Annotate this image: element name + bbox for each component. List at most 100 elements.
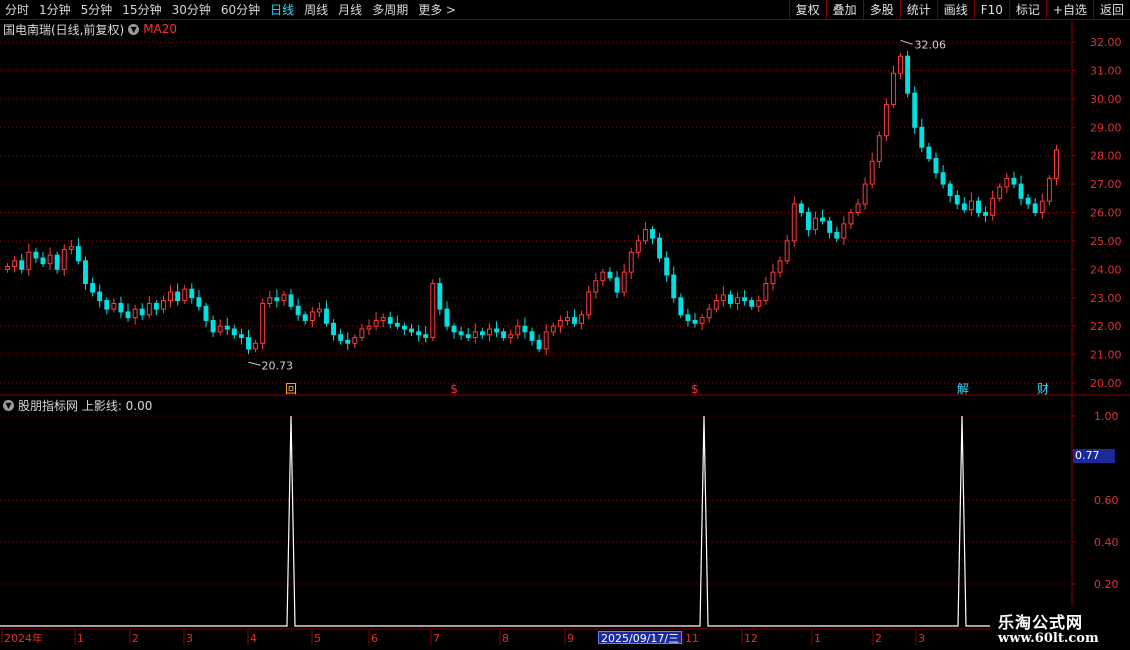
indicator-value-marker: 0.77 bbox=[1073, 449, 1115, 463]
candle-body bbox=[352, 337, 358, 344]
main-legend: 国电南瑞(日线,前复权) ▼ MA20 bbox=[3, 22, 178, 37]
candle-body bbox=[841, 223, 847, 239]
candle-body bbox=[430, 283, 436, 339]
candle-body bbox=[997, 186, 1003, 199]
candle-body bbox=[401, 325, 407, 330]
candle-body bbox=[501, 331, 507, 339]
chevron-down-icon[interactable]: ▼ bbox=[3, 399, 14, 411]
candle-body bbox=[869, 160, 875, 185]
candle-body bbox=[933, 158, 939, 174]
y-tick-label: 1.00 bbox=[1094, 410, 1119, 423]
candle-body bbox=[1004, 177, 1010, 188]
x-tick-label: 11 bbox=[685, 632, 699, 645]
candle-body bbox=[90, 283, 96, 293]
candle-body bbox=[685, 314, 691, 321]
candle-body bbox=[288, 294, 294, 307]
indicator-legend: ▼ 股朋指标网 上影线: 0.00 bbox=[3, 398, 153, 413]
candle-body bbox=[650, 229, 655, 239]
candle-body bbox=[905, 55, 911, 94]
candle-body bbox=[125, 311, 131, 319]
y-tick-label: 22.00 bbox=[1090, 320, 1122, 333]
candle-body bbox=[508, 334, 514, 339]
candle-body bbox=[182, 288, 188, 302]
stock-name: 国电南瑞(日线,前复权) bbox=[3, 22, 125, 37]
candle-body bbox=[203, 305, 209, 321]
candle-body bbox=[1054, 149, 1059, 179]
candle-body bbox=[387, 317, 393, 324]
candle-body bbox=[47, 254, 53, 265]
candle-body bbox=[635, 240, 641, 253]
candle-body bbox=[479, 331, 485, 336]
y-tick-label: 30.00 bbox=[1090, 93, 1122, 106]
candle-body bbox=[316, 308, 322, 313]
candle-body bbox=[196, 297, 202, 307]
candle-body bbox=[217, 325, 223, 333]
candle-body bbox=[834, 231, 840, 239]
candle-body bbox=[543, 331, 549, 350]
watermark-url: www.60lt.com bbox=[998, 631, 1099, 646]
candle-body bbox=[699, 317, 705, 324]
chart-canvas: 32.0031.0030.0029.0028.0027.0026.0025.00… bbox=[0, 20, 1130, 645]
y-tick-label: 28.00 bbox=[1090, 150, 1122, 163]
candle-body bbox=[54, 254, 60, 270]
y-tick-label: 0.60 bbox=[1094, 494, 1119, 507]
candle-body bbox=[898, 55, 903, 74]
x-tick-label: 2 bbox=[132, 632, 139, 645]
candle-body bbox=[883, 104, 889, 137]
candle-body bbox=[1039, 200, 1045, 213]
x-tick-label: 7 bbox=[433, 632, 440, 645]
y-tick-label: 31.00 bbox=[1090, 64, 1122, 77]
candle-body bbox=[146, 302, 152, 316]
candle-body bbox=[805, 212, 811, 231]
candle-body bbox=[926, 146, 932, 160]
candle-body bbox=[394, 322, 400, 327]
candle-body bbox=[83, 260, 88, 285]
candle-body bbox=[621, 271, 627, 293]
candle-body bbox=[983, 212, 989, 216]
indicator-legend-text: 股朋指标网 上影线: 0.00 bbox=[18, 398, 153, 413]
candle-body bbox=[713, 300, 719, 310]
chevron-down-icon[interactable]: ▼ bbox=[128, 23, 140, 35]
candle-body bbox=[380, 317, 386, 321]
candle-body bbox=[876, 135, 882, 162]
candle-body bbox=[409, 328, 414, 333]
candle-body bbox=[706, 308, 712, 319]
y-tick-label: 0.40 bbox=[1094, 536, 1119, 549]
candle-body bbox=[961, 203, 967, 211]
candle-body bbox=[671, 274, 677, 299]
candle-body bbox=[231, 328, 237, 336]
candle-body bbox=[26, 251, 32, 270]
candle-body bbox=[238, 334, 244, 339]
candle-body bbox=[862, 183, 868, 205]
candle-body bbox=[61, 248, 67, 270]
candle-body bbox=[572, 317, 577, 324]
candle-body bbox=[735, 297, 740, 304]
candle-body bbox=[600, 271, 606, 282]
event-marker: $ bbox=[691, 382, 699, 396]
candle-body bbox=[968, 200, 974, 211]
candle-body bbox=[798, 203, 804, 214]
x-tick-label: 2024年 bbox=[4, 631, 43, 645]
watermark: 乐淘公式网 www.60lt.com bbox=[990, 606, 1130, 650]
candle-body bbox=[111, 302, 117, 310]
candle-body bbox=[742, 297, 748, 302]
candle-body bbox=[324, 308, 329, 324]
candle-body bbox=[919, 126, 925, 148]
candle-body bbox=[253, 342, 259, 350]
candle-body bbox=[820, 217, 826, 222]
candle-body bbox=[246, 337, 251, 350]
ma-label: MA20 bbox=[143, 22, 178, 36]
candle-body bbox=[579, 314, 585, 324]
candle-body bbox=[692, 319, 698, 324]
candle-body bbox=[642, 229, 648, 242]
candle-body bbox=[472, 331, 478, 339]
x-tick-label: 12 bbox=[744, 632, 758, 645]
y-tick-label: 25.00 bbox=[1090, 235, 1122, 248]
candle-body bbox=[756, 300, 762, 307]
candle-body bbox=[763, 283, 769, 302]
candle-body bbox=[777, 260, 783, 273]
candle-body bbox=[614, 277, 620, 293]
candle-body bbox=[593, 280, 599, 293]
candle-body bbox=[40, 257, 46, 265]
candle-body bbox=[529, 331, 535, 341]
